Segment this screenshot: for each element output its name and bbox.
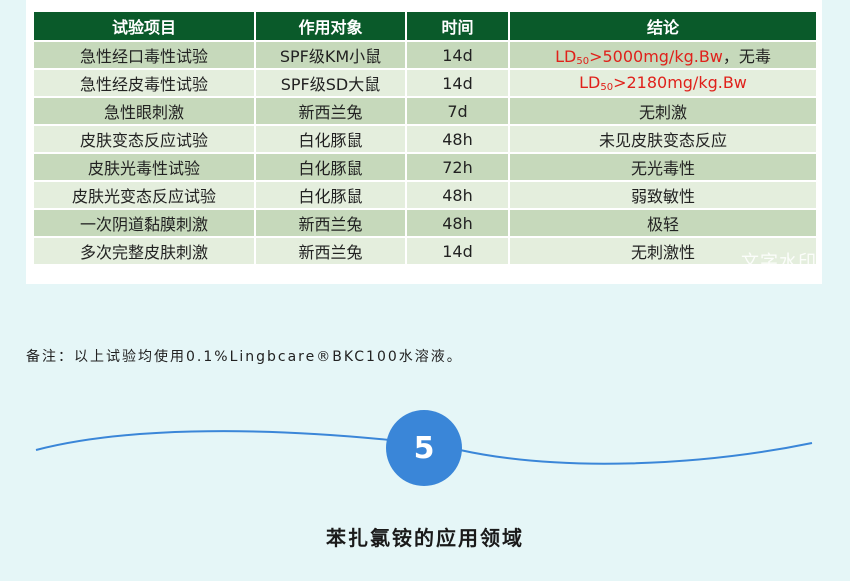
cell-conclusion: LD50>2180mg/kg.Bw (508, 68, 818, 98)
table-row: 急性经皮毒性试验 SPF级SD大鼠 14d LD50>2180mg/kg.Bw (32, 68, 818, 98)
cell-time: 48h (405, 208, 510, 238)
cell-subject: 白化豚鼠 (254, 152, 407, 182)
cell-subject: 白化豚鼠 (254, 124, 407, 154)
cell-subject: SPF级KM小鼠 (254, 40, 407, 70)
cell-time: 48h (405, 180, 510, 210)
table-row: 多次完整皮肤刺激 新西兰兔 14d 无刺激性 (32, 236, 818, 266)
cell-conclusion: 极轻 (508, 208, 818, 238)
table-row: 皮肤光毒性试验 白化豚鼠 72h 无光毒性 (32, 152, 818, 182)
cell-test-item: 急性经皮毒性试验 (32, 68, 256, 98)
cell-subject: 新西兰兔 (254, 96, 407, 126)
cell-time: 14d (405, 68, 510, 98)
cell-test-item: 皮肤光变态反应试验 (32, 180, 256, 210)
cell-time: 14d (405, 236, 510, 266)
cell-test-item: 皮肤光毒性试验 (32, 152, 256, 182)
cell-time: 7d (405, 96, 510, 126)
cell-conclusion: LD50>5000mg/kg.Bw，无毒 (508, 40, 818, 70)
cell-conclusion: 无光毒性 (508, 152, 818, 182)
table-header-row: 试验项目 作用对象 时间 结论 (32, 10, 818, 42)
table-row: 一次阴道黏膜刺激 新西兰兔 48h 极轻 (32, 208, 818, 238)
header-subject: 作用对象 (254, 10, 407, 42)
ld50-value: LD50>2180mg/kg.Bw (579, 73, 747, 93)
cell-time: 14d (405, 40, 510, 70)
section-number-badge: 5 (386, 410, 462, 486)
cell-subject: 白化豚鼠 (254, 180, 407, 210)
cell-test-item: 皮肤变态反应试验 (32, 124, 256, 154)
section-title: 苯扎氯铵的应用领域 (326, 526, 524, 550)
cell-conclusion: 弱致敏性 (508, 180, 818, 210)
cell-time: 48h (405, 124, 510, 154)
watermark: 文字水印 (741, 252, 817, 273)
table-row: 急性眼刺激 新西兰兔 7d 无刺激 (32, 96, 818, 126)
cell-test-item: 多次完整皮肤刺激 (32, 236, 256, 266)
cell-subject: SPF级SD大鼠 (254, 68, 407, 98)
table-row: 皮肤光变态反应试验 白化豚鼠 48h 弱致敏性 (32, 180, 818, 210)
cell-conclusion: 无刺激 (508, 96, 818, 126)
cell-subject: 新西兰兔 (254, 236, 407, 266)
cell-test-item: 急性眼刺激 (32, 96, 256, 126)
right-curve (459, 442, 813, 465)
toxicology-card: 试验项目 作用对象 时间 结论 急性经口毒性试验 SPF级KM小鼠 14d LD… (26, 0, 822, 284)
cell-conclusion: 未见皮肤变态反应 (508, 124, 818, 154)
table-row: 皮肤变态反应试验 白化豚鼠 48h 未见皮肤变态反应 (32, 124, 818, 154)
cell-test-item: 急性经口毒性试验 (32, 40, 256, 70)
toxicology-table: 试验项目 作用对象 时间 结论 急性经口毒性试验 SPF级KM小鼠 14d LD… (32, 10, 818, 266)
cell-time: 72h (405, 152, 510, 182)
footnote: 备注：以上试验均使用0.1%Lingbcare®BKC100水溶液。 (26, 349, 463, 365)
table-row: 急性经口毒性试验 SPF级KM小鼠 14d LD50>5000mg/kg.Bw，… (32, 40, 818, 70)
left-curve (35, 430, 391, 451)
header-conclusion: 结论 (508, 10, 818, 42)
cell-subject: 新西兰兔 (254, 208, 407, 238)
header-time: 时间 (405, 10, 510, 42)
ld50-value: LD50>5000mg/kg.Bw (555, 47, 723, 67)
cell-test-item: 一次阴道黏膜刺激 (32, 208, 256, 238)
header-test-item: 试验项目 (32, 10, 256, 42)
